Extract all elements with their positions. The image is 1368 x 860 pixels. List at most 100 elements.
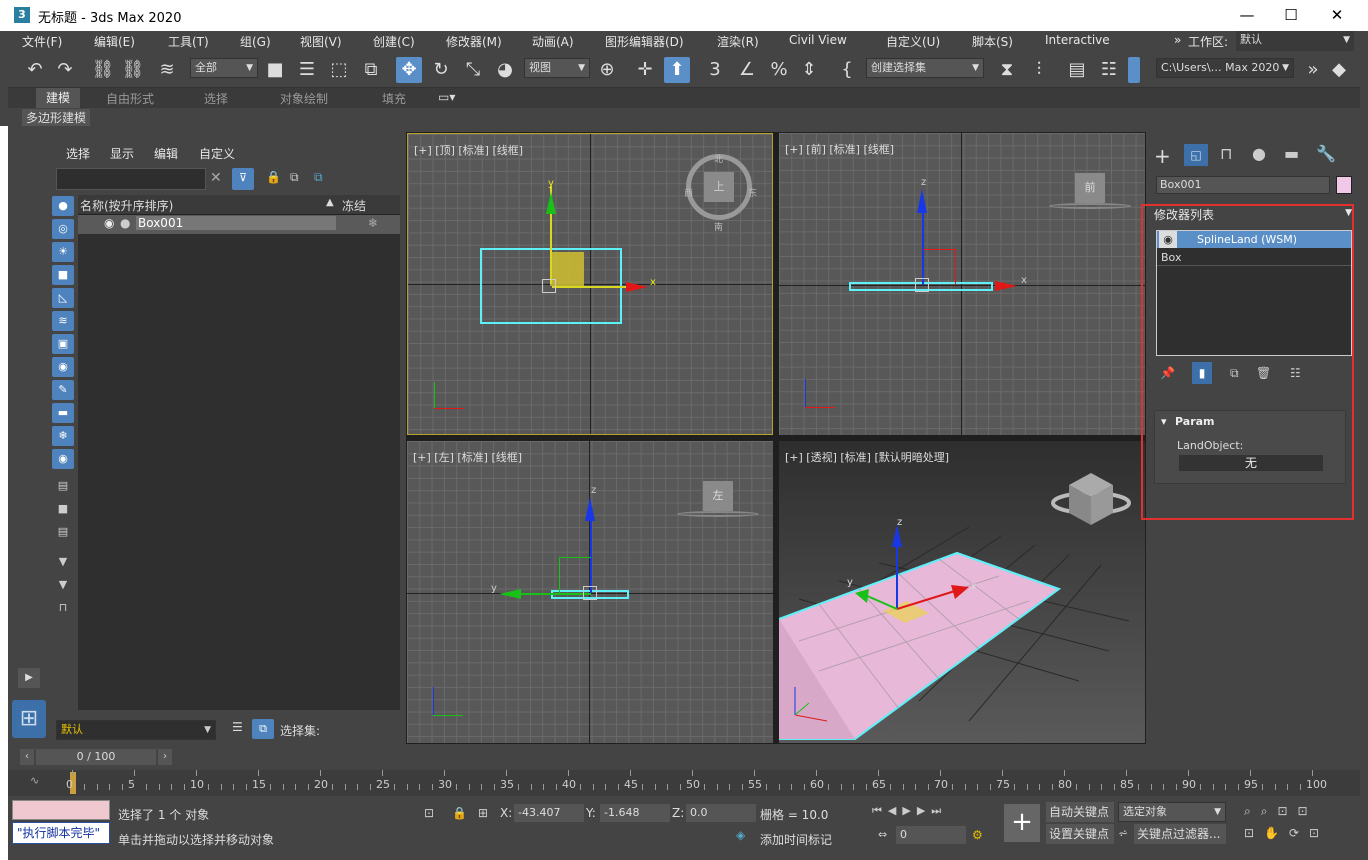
time-config-icon[interactable]: ⚙ xyxy=(972,828,983,842)
scene-search-input[interactable] xyxy=(56,168,206,190)
frozen-filter-icon[interactable]: ❄ xyxy=(52,426,74,446)
object-name-field[interactable]: Box001 xyxy=(1156,176,1330,194)
viewcube-left[interactable]: 左 xyxy=(703,481,733,511)
select-scale-icon[interactable]: ⤡ xyxy=(460,57,486,83)
undo-icon[interactable]: ↶ xyxy=(22,57,48,83)
named-selection-dropdown[interactable]: 创建选择集 ▼ xyxy=(866,58,984,78)
isolate-selection-icon[interactable]: ⊡ xyxy=(424,806,434,820)
select-none-icon[interactable]: ■ xyxy=(52,499,74,519)
time-tag-icon[interactable]: ◈ xyxy=(736,828,745,842)
bones-filter-icon[interactable]: ✎ xyxy=(52,380,74,400)
viewport-label-left[interactable]: [+] [左] [标准] [线框] xyxy=(413,449,522,465)
key-mode-icon[interactable]: ⇔ xyxy=(878,828,887,841)
expand-play-icon[interactable]: ▶ xyxy=(18,668,40,688)
se-menu-customize[interactable]: 自定义 xyxy=(199,145,235,162)
select-object-icon[interactable]: ■ xyxy=(262,57,288,83)
menu-rendering[interactable]: 渲染(R) xyxy=(717,33,759,50)
containers-filter-icon[interactable]: ▬ xyxy=(52,403,74,423)
xrefs-filter-icon[interactable]: ◉ xyxy=(52,357,74,377)
modify-tab-icon[interactable]: ◱ xyxy=(1184,144,1208,166)
menu-edit[interactable]: 编辑(E) xyxy=(94,33,135,50)
menu-civil-view[interactable]: Civil View xyxy=(789,33,847,47)
add-time-tag[interactable]: 添加时间标记 xyxy=(760,831,832,848)
menu-scripting[interactable]: 脚本(S) xyxy=(972,33,1013,50)
layers-icon[interactable]: ☰ xyxy=(232,720,243,734)
viewport-front[interactable]: [+] [前] [标准] [线框] z x 前 xyxy=(779,133,1145,435)
current-frame-field[interactable]: 0 xyxy=(896,826,966,844)
workspace-dropdown[interactable]: 默认 ▼ xyxy=(1236,31,1354,51)
hierarchy-view-icon[interactable]: ⧉ xyxy=(252,719,274,739)
lock-icon[interactable]: 🔒 xyxy=(266,170,281,184)
reference-coord-dropdown[interactable]: 视图 ▼ xyxy=(524,58,590,78)
menu-graph-editors[interactable]: 图形编辑器(D) xyxy=(605,33,684,50)
se-menu-display[interactable]: 显示 xyxy=(110,145,134,162)
maximize-button[interactable]: ☐ xyxy=(1276,4,1306,26)
menu-interactive[interactable]: Interactive xyxy=(1045,33,1110,47)
invert-selection-icon[interactable]: ▤ xyxy=(52,522,74,542)
polygon-modeling-label[interactable]: 多边形建模 xyxy=(22,109,91,126)
keyboard-shortcut-override-icon[interactable]: ⬆ xyxy=(664,57,690,83)
viewport-nav-row2[interactable]: ⊡✋⟳⊡ xyxy=(1244,826,1329,840)
auto-key-button[interactable]: 自动关键点 xyxy=(1046,802,1114,822)
filter-funnel-icon[interactable]: ▼ xyxy=(52,552,74,572)
snaps-toggle-icon[interactable]: 3 xyxy=(702,57,728,83)
table-row[interactable]: ◉ ● Box001 ❄ xyxy=(78,215,400,234)
set-key-button[interactable]: 设置关键点 xyxy=(1046,824,1114,844)
viewcube-top[interactable]: 上 xyxy=(704,172,734,202)
freeze-snowflake-icon[interactable]: ❄ xyxy=(368,216,378,230)
layer-explorer-icon[interactable]: ☷ xyxy=(1096,57,1122,83)
tab-freeform[interactable]: 自由形式 xyxy=(106,90,154,107)
select-manipulate-icon[interactable]: ✛ xyxy=(632,57,658,83)
viewport-perspective[interactable]: [+] [透视] [标准] [默认明暗处理] z x y xyxy=(779,441,1145,743)
layer-sync-icon[interactable]: ⧉ xyxy=(314,170,323,185)
prev-frame-icon[interactable]: ‹ xyxy=(20,749,34,765)
project-path-dropdown[interactable]: C:\Users\… Max 2020 ▼ xyxy=(1156,58,1294,78)
spacewarps-filter-icon[interactable]: ≋ xyxy=(52,311,74,331)
menu-file[interactable]: 文件(F) xyxy=(22,33,62,50)
window-crossing-icon[interactable]: ⧉ xyxy=(358,57,384,83)
motion-tab-icon[interactable]: ● xyxy=(1252,144,1266,163)
menu-modifiers[interactable]: 修改器(M) xyxy=(446,33,502,50)
hierarchy-tab-icon[interactable]: ⊓ xyxy=(1220,144,1232,163)
shapes-filter-icon[interactable]: ◎ xyxy=(52,219,74,239)
playback-controls[interactable]: ⏮◀▶▶⏭ xyxy=(872,804,947,818)
viewport-label-front[interactable]: [+] [前] [标准] [线框] xyxy=(785,141,894,157)
select-by-name-icon[interactable]: ☰ xyxy=(294,57,320,83)
minimize-button[interactable]: — xyxy=(1232,4,1262,26)
hierarchy-icon[interactable]: ⧉ xyxy=(290,170,299,185)
link-icon[interactable]: ⛓ xyxy=(90,57,116,83)
percent-snap-icon[interactable]: % xyxy=(766,57,792,83)
overflow-icon[interactable]: » xyxy=(1300,57,1326,83)
geometry-filter-icon[interactable]: ● xyxy=(52,196,74,216)
viewcube-front[interactable]: 前 xyxy=(1075,173,1105,203)
menu-animation[interactable]: 动画(A) xyxy=(532,33,574,50)
bind-spacewarp-icon[interactable]: ≋ xyxy=(154,57,180,83)
select-move-icon[interactable]: ✥ xyxy=(396,57,422,83)
helpers-filter-icon[interactable]: ◺ xyxy=(52,288,74,308)
edit-named-selection-icon[interactable]: { xyxy=(834,57,860,83)
viewport-layout-icon[interactable]: ⊞ xyxy=(12,700,46,738)
column-freeze-header[interactable]: 冻结 xyxy=(342,197,366,214)
viewport-top[interactable]: [+] [顶] [标准] [线框] y x 上 北 南 西 东 xyxy=(407,133,773,435)
create-tab-icon[interactable]: + xyxy=(1154,144,1171,168)
key-filters-icon[interactable]: ⩫ xyxy=(1118,826,1128,840)
unlink-icon[interactable]: ⛓ xyxy=(120,57,146,83)
menu-customize[interactable]: 自定义(U) xyxy=(886,33,940,50)
maxscript-listener-input[interactable] xyxy=(12,800,110,820)
scene-explorer-toggle-icon[interactable]: ▤ xyxy=(1064,57,1090,83)
filter-all-icon[interactable]: ▼ xyxy=(52,575,74,595)
align-icon[interactable]: ⫶ xyxy=(1026,57,1052,83)
viewport-left[interactable]: [+] [左] [标准] [线框] z y 左 xyxy=(407,441,773,743)
object-name-box001[interactable]: Box001 xyxy=(136,216,336,230)
viewcube-3d[interactable] xyxy=(1051,473,1131,525)
selection-lock-icon[interactable]: 🔒 xyxy=(452,806,467,820)
viewport-label-top[interactable]: [+] [顶] [标准] [线框] xyxy=(414,142,523,158)
column-name-header[interactable]: 名称(按升序排序) xyxy=(80,197,173,214)
selection-filter-dropdown[interactable]: 全部 ▼ xyxy=(190,58,258,78)
menu-group[interactable]: 组(G) xyxy=(240,33,271,50)
layer-dropdown[interactable]: 默认 ▼ xyxy=(56,720,216,740)
timeline[interactable]: ∿ 0 5 10 15 20 25 30 35 40 45 50 55 60 65 70 75 80 85 90 95… xyxy=(8,770,1360,796)
se-menu-select[interactable]: 选择 xyxy=(66,145,90,162)
ribbon-toggle-icon[interactable] xyxy=(1128,57,1140,83)
clear-search-icon[interactable]: ✕ xyxy=(210,170,222,186)
